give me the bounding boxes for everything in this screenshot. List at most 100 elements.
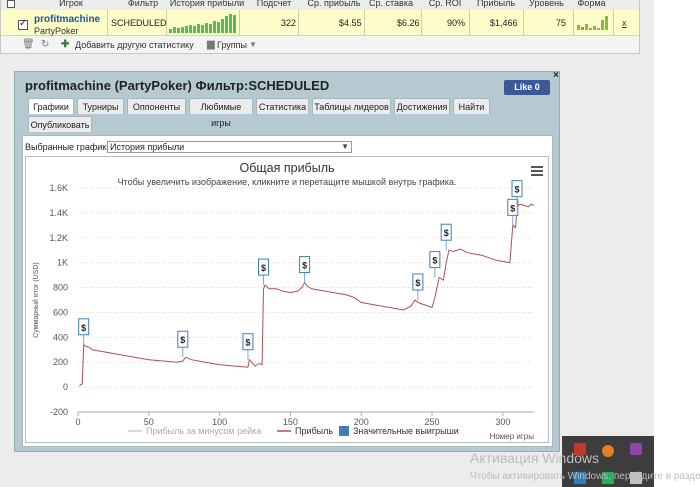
col-divider	[239, 10, 240, 35]
tab-search[interactable]: Найти	[453, 98, 490, 114]
col-divider	[166, 10, 167, 35]
refresh-icon[interactable]: ↻	[41, 39, 49, 50]
dialog-title: profitmachine (PartyPoker) Фильтр:SCHEDU…	[25, 78, 330, 93]
chevron-down-icon: ▼	[341, 142, 349, 151]
big-win-label: $	[302, 261, 307, 271]
row-profit: $1,466	[490, 18, 518, 28]
y-tick-label: 400	[53, 332, 68, 342]
player-network: PartyPoker	[34, 26, 79, 36]
legend-bigwins-swatch	[339, 426, 349, 436]
form-bar	[601, 20, 604, 30]
y-tick-label: 0	[63, 382, 68, 392]
col-divider	[364, 10, 365, 35]
tab-content: Выбранные графики: История прибыли ▼ Общ…	[22, 135, 553, 447]
row-checkbox[interactable]	[18, 18, 28, 30]
legend-rake-label: Прибыль за минусом рейка	[146, 426, 261, 436]
page-gutter	[640, 0, 654, 487]
profit-history-sparkline[interactable]	[169, 13, 237, 33]
y-tick-label: 1.4K	[49, 208, 68, 218]
form-bar	[577, 25, 580, 30]
row-filter: SCHEDULED	[111, 18, 167, 28]
form-bar	[585, 24, 588, 30]
tab-statistics[interactable]: Статистика	[256, 98, 309, 114]
tab-leaderboards[interactable]: Таблицы лидеров	[312, 98, 391, 114]
close-icon[interactable]: ×	[553, 70, 559, 81]
groups-menu[interactable]: Группы	[217, 40, 247, 50]
tab-achievements[interactable]: Достижения	[394, 98, 450, 114]
chart-plot[interactable]: -20002004006008001K1.2K1.4K1.6K0 50 100 150…	[26, 157, 548, 442]
legend-bigwins-label: Значительные выигрыши	[353, 426, 459, 436]
player-name-link[interactable]: profitmachine	[34, 14, 100, 25]
col-header-avg-stake[interactable]: Ср. ставка	[361, 0, 421, 8]
right-panel	[654, 0, 700, 487]
y-axis-title: Суммарный итог (USD)	[32, 262, 40, 338]
spark-bar	[229, 14, 232, 33]
add-stats-link[interactable]: Добавить другую статистику	[75, 40, 194, 50]
y-tick-label: 600	[53, 307, 68, 317]
spark-bar	[213, 21, 216, 33]
profit-chart[interactable]: Общая прибыль Чтобы увеличить изображени…	[25, 156, 549, 443]
remove-row-link[interactable]: x	[622, 18, 627, 28]
big-win-label: $	[432, 256, 437, 266]
row-level: 75	[556, 18, 567, 28]
big-win-label: $	[245, 338, 250, 348]
big-win-label: $	[180, 335, 185, 345]
col-header-count[interactable]: Подсчет	[244, 0, 304, 8]
y-tick-label: 1K	[57, 258, 68, 268]
col-divider	[573, 10, 574, 35]
spark-bar	[181, 27, 184, 33]
spark-bar	[205, 23, 208, 33]
chart-selector-dropdown[interactable]: История прибыли ▼	[107, 141, 352, 153]
y-tick-label: -200	[50, 407, 68, 417]
spark-bar	[221, 19, 224, 33]
col-header-avg-profit[interactable]: Ср. прибыль	[299, 0, 369, 8]
profit-series-line	[79, 203, 535, 387]
spark-bar	[185, 26, 188, 33]
big-win-label: $	[444, 228, 449, 238]
form-sparkline	[577, 16, 608, 30]
app-icon[interactable]	[630, 443, 642, 455]
col-header-profit-history[interactable]: История прибыли	[163, 0, 251, 8]
legend-profit-label: Прибыль	[295, 426, 333, 436]
trash-icon[interactable]: 🗑	[22, 39, 35, 50]
x-tick-label: 0	[75, 417, 80, 427]
col-header-level[interactable]: Уровень	[519, 0, 574, 8]
tab-tournaments[interactable]: Турниры	[77, 98, 124, 114]
spark-bar	[189, 25, 192, 33]
y-tick-label: 800	[53, 283, 68, 293]
x-axis-title: Номер игры	[490, 432, 535, 441]
spark-bar	[169, 29, 172, 33]
app-icon[interactable]	[602, 445, 614, 457]
folder-icon: ▆	[207, 39, 215, 50]
y-tick-label: 1.6K	[49, 183, 68, 193]
facebook-like-button[interactable]: Like 0	[504, 80, 550, 95]
row-avg-roi: 90%	[447, 18, 466, 28]
spark-bar	[173, 27, 176, 33]
col-header-player[interactable]: Игрок	[51, 0, 91, 8]
tab-favorite-games[interactable]: Любимые игры	[189, 98, 253, 128]
add-icon[interactable]: ✚	[61, 39, 69, 50]
select-all-checkbox[interactable]	[7, 0, 15, 8]
big-win-label: $	[514, 185, 519, 195]
spark-bar	[217, 22, 220, 33]
table-row[interactable]: profitmachine PartyPoker SCHEDULED 322	[1, 10, 639, 36]
big-win-label: $	[415, 278, 420, 288]
tab-opponents[interactable]: Оппоненты	[127, 98, 186, 114]
form-bar	[593, 26, 596, 30]
row-count: 322	[281, 18, 297, 28]
spark-bar	[201, 25, 204, 33]
y-tick-label: 1.2K	[49, 233, 68, 243]
spark-bar	[225, 16, 228, 33]
col-divider	[107, 10, 108, 35]
col-divider	[421, 10, 422, 35]
chevron-down-icon[interactable]: ▼	[249, 40, 257, 49]
form-bar	[605, 16, 608, 30]
tab-charts[interactable]: Графики	[28, 98, 74, 114]
col-header-form[interactable]: Форма	[569, 0, 614, 8]
row-avg-profit: $4.55	[339, 18, 362, 28]
col-header-profit[interactable]: Прибыль	[466, 0, 526, 8]
form-bar	[597, 28, 600, 30]
chart-selector-label: Выбранные графики:	[25, 142, 114, 152]
tab-publish[interactable]: Опубликовать	[28, 116, 92, 132]
activation-watermark-text: Чтобы активировать Windows, перейдите в …	[470, 471, 700, 482]
